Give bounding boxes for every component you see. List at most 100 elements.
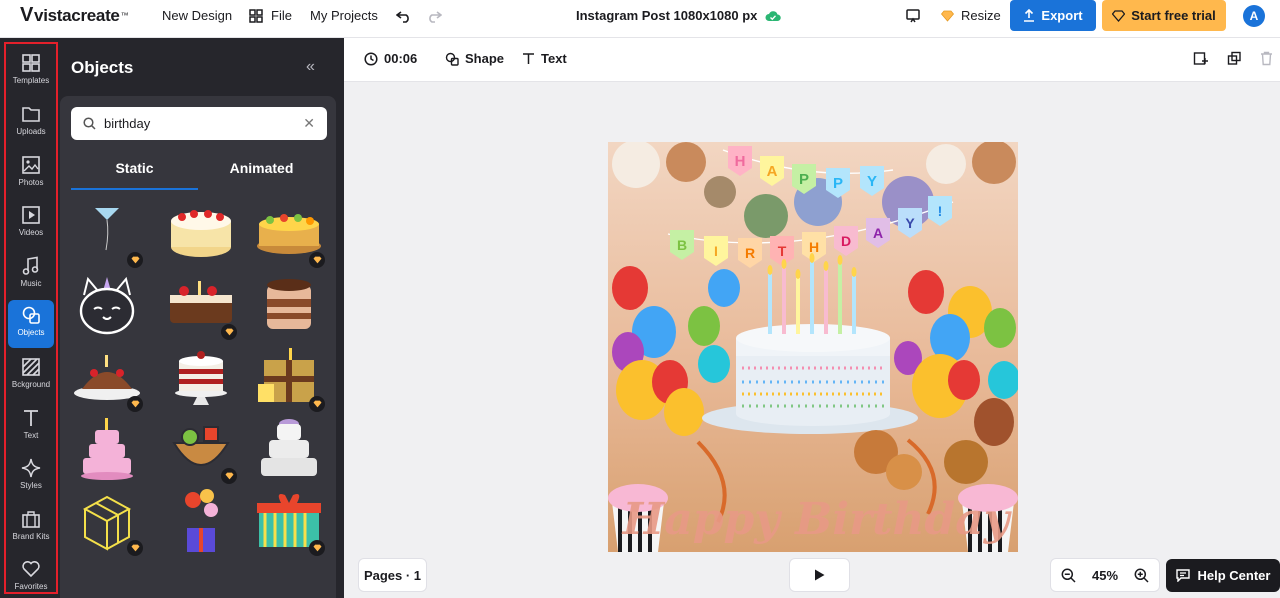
- shape-button[interactable]: Shape: [445, 51, 504, 66]
- rail-item-templates[interactable]: Templates: [8, 48, 54, 96]
- collapse-panel-icon[interactable]: «: [306, 58, 315, 76]
- video-icon: [20, 204, 42, 226]
- search-icon: [83, 117, 96, 130]
- rail-item-videos[interactable]: Videos: [8, 200, 54, 248]
- panel-title: Objects: [71, 58, 134, 77]
- premium-diamond-icon: [309, 540, 325, 556]
- play-icon: [815, 569, 825, 581]
- object-outline-gift[interactable]: [71, 486, 143, 556]
- rail-item-favorites[interactable]: Favorites: [8, 554, 54, 598]
- object-berry-cake[interactable]: [71, 342, 143, 412]
- trash-icon[interactable]: [1260, 51, 1273, 66]
- zoom-in-icon[interactable]: [1134, 568, 1149, 583]
- object-white-tier-cake[interactable]: [253, 414, 325, 484]
- canvas-stage: H A P P Y B I R T H D A Y ! Happy Birthd…: [344, 82, 1280, 598]
- grid-icon: [249, 8, 263, 23]
- svg-text:Happy Birthday: Happy Birthday: [621, 494, 1013, 545]
- object-balloons-gift[interactable]: [165, 486, 237, 556]
- premium-diamond-icon: [127, 540, 143, 556]
- svg-text:B: B: [677, 237, 687, 253]
- help-center-button[interactable]: Help Center: [1166, 559, 1280, 592]
- object-red-velvet-cake[interactable]: [165, 342, 237, 412]
- svg-text:!: !: [938, 203, 943, 219]
- object-pink-cake[interactable]: [71, 414, 143, 484]
- premium-diamond-icon: [127, 396, 143, 412]
- rail-item-photos[interactable]: Photos: [8, 150, 54, 198]
- object-balloon[interactable]: [71, 198, 143, 268]
- svg-text:Y: Y: [867, 173, 877, 190]
- tab-static[interactable]: Static: [71, 160, 198, 190]
- play-button[interactable]: [789, 558, 850, 592]
- rail-item-uploads[interactable]: Uploads: [8, 99, 54, 147]
- rail-item-brand-kits[interactable]: Brand Kits: [8, 504, 54, 552]
- object-strawberry-cake[interactable]: [165, 198, 237, 268]
- chat-icon: [1175, 569, 1190, 582]
- search-input[interactable]: [104, 116, 294, 131]
- object-unicorn-cat[interactable]: [71, 270, 143, 340]
- object-fruit-cake[interactable]: [253, 198, 325, 268]
- rail-item-music[interactable]: Music: [8, 251, 54, 299]
- redo-icon[interactable]: [426, 0, 442, 31]
- premium-diamond-icon: [221, 468, 237, 484]
- text-t-icon: [20, 407, 42, 429]
- rail-item-text[interactable]: Text: [8, 403, 54, 451]
- design-artboard[interactable]: H A P P Y B I R T H D A Y ! Happy Birthd…: [608, 142, 1018, 552]
- avatar[interactable]: A: [1243, 5, 1265, 27]
- zoom-control: 45%: [1050, 558, 1160, 592]
- rail-item-background[interactable]: Bckground: [8, 352, 54, 400]
- folder-icon: [20, 103, 42, 125]
- svg-text:Y: Y: [905, 215, 915, 231]
- file-menu[interactable]: File: [249, 0, 292, 31]
- duplicate-icon[interactable]: [1227, 51, 1242, 66]
- tab-animated[interactable]: Animated: [198, 160, 325, 190]
- premium-diamond-icon: [309, 396, 325, 412]
- canvas-toolbar: 00:06 Shape Text: [344, 38, 1280, 82]
- cloud-saved-icon: [765, 10, 782, 21]
- my-projects-link[interactable]: My Projects: [310, 0, 378, 31]
- upload-icon: [1024, 9, 1035, 22]
- text-button[interactable]: Text: [522, 51, 567, 66]
- object-layer-cake[interactable]: [253, 270, 325, 340]
- search-box[interactable]: ✕: [71, 107, 327, 140]
- svg-text:H: H: [735, 153, 746, 170]
- object-gift-boxes[interactable]: [253, 342, 325, 412]
- zoom-level[interactable]: 45%: [1092, 568, 1118, 583]
- briefcase-icon: [20, 508, 42, 530]
- premium-diamond-icon: [127, 252, 143, 268]
- top-bar: Vvistacreate ™ New Design File My Project…: [0, 0, 1280, 38]
- pages-button[interactable]: Pages · 1: [358, 558, 427, 592]
- svg-text:P: P: [833, 175, 843, 192]
- premium-diamond-icon: [221, 324, 237, 340]
- diamond-premium-icon: [941, 10, 954, 22]
- resize-button[interactable]: Resize: [941, 0, 1001, 31]
- start-free-trial-button[interactable]: Start free trial: [1102, 0, 1226, 31]
- duration-button[interactable]: 00:06: [364, 51, 417, 66]
- document-title[interactable]: Instagram Post 1080x1080 px: [576, 0, 782, 31]
- clear-search-icon[interactable]: ✕: [303, 115, 315, 132]
- svg-text:P: P: [799, 171, 809, 188]
- export-button[interactable]: Export: [1010, 0, 1096, 31]
- objects-panel: Objects « ✕ Static Animated: [60, 38, 344, 598]
- logo-mark-icon: V: [20, 4, 34, 26]
- app-logo[interactable]: Vvistacreate ™: [20, 0, 129, 31]
- object-chocolate-log-cake[interactable]: [165, 270, 237, 340]
- zoom-out-icon[interactable]: [1061, 568, 1076, 583]
- rail-item-objects[interactable]: Objects: [8, 300, 54, 348]
- svg-text:H: H: [809, 239, 819, 255]
- svg-text:R: R: [745, 245, 755, 261]
- music-note-icon: [20, 255, 42, 277]
- shapes-icon: [20, 304, 42, 326]
- add-page-icon[interactable]: [1193, 51, 1208, 66]
- stripes-icon: [20, 356, 42, 378]
- new-design-button[interactable]: New Design: [162, 0, 232, 31]
- svg-text:D: D: [841, 233, 851, 249]
- svg-text:A: A: [767, 163, 778, 180]
- text-t-icon: [523, 53, 534, 64]
- clock-icon: [364, 51, 378, 66]
- rail-item-styles[interactable]: Styles: [8, 453, 54, 501]
- object-fruit-basket[interactable]: [165, 414, 237, 484]
- premium-diamond-icon: [309, 252, 325, 268]
- present-icon[interactable]: [905, 0, 921, 31]
- undo-icon[interactable]: [396, 0, 412, 31]
- object-striped-gift[interactable]: [253, 486, 325, 556]
